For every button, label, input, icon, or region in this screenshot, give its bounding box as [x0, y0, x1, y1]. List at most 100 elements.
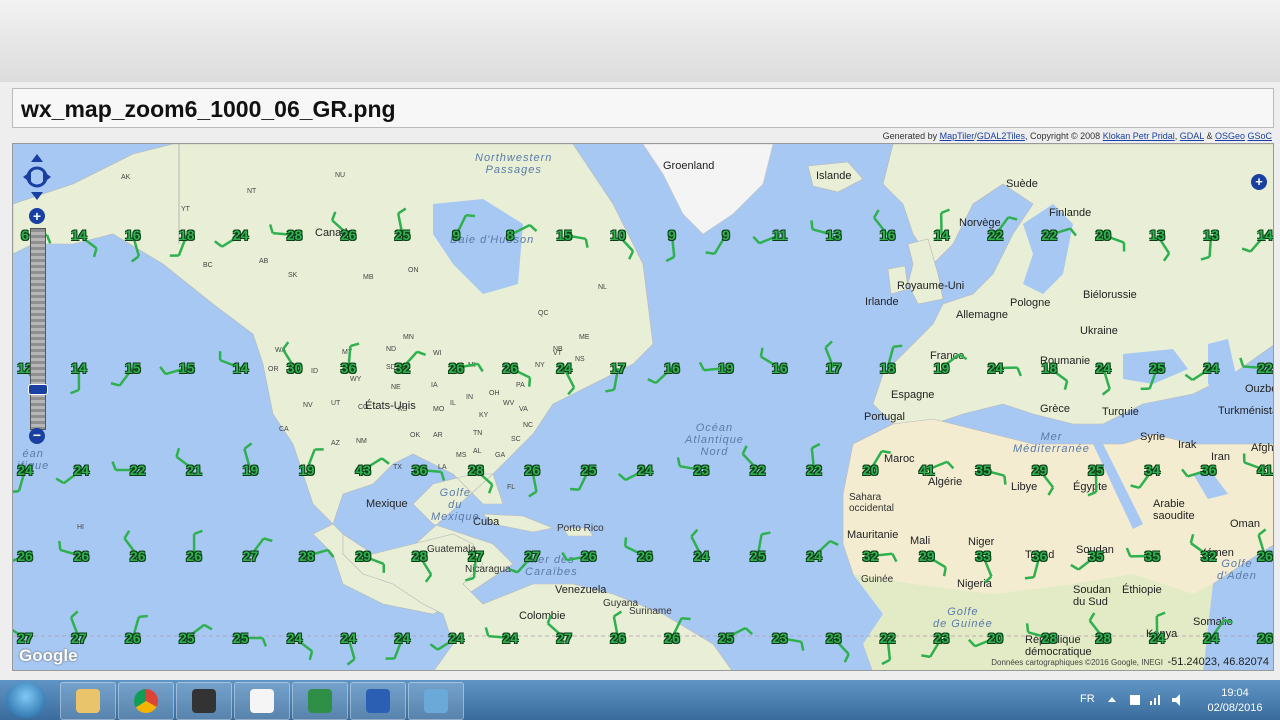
wind-speed-label: 26	[637, 548, 653, 564]
pan-control[interactable]	[21, 152, 53, 202]
wind-barb-flag	[1087, 490, 1097, 497]
wind-barb-flag	[214, 240, 223, 248]
wind-barb-flag	[628, 250, 635, 260]
wind-speed-label: 16	[879, 227, 896, 243]
taskbar-button-image-viewer[interactable]	[408, 682, 464, 720]
osgeo-link[interactable]: OSGeo	[1215, 131, 1245, 141]
wind-barb-flag	[326, 549, 335, 558]
wind-barb-flag	[942, 567, 947, 577]
wind-speed-label: 27	[556, 630, 572, 646]
wind-barb-flag	[1200, 255, 1210, 261]
tray-icons[interactable]	[1104, 692, 1184, 708]
wind-barb-flag	[55, 477, 65, 485]
zoom-out-button[interactable]: −	[29, 428, 45, 444]
wind-speed-label: 24	[556, 360, 572, 376]
wind-speed-label: 25	[232, 630, 249, 646]
wind-speed-label: 25	[394, 227, 411, 243]
wind-barb-flag	[92, 247, 98, 258]
wind-barb-flag	[397, 207, 407, 215]
taskbar-button-excel[interactable]	[292, 682, 348, 720]
wind-speed-label: 27	[524, 548, 541, 564]
wind-speed-label: 19	[242, 462, 259, 478]
wind-barb-flag	[1063, 380, 1069, 390]
map-data-attribution[interactable]: Données cartographiques ©2016 Google, IN…	[991, 658, 1163, 667]
language-indicator[interactable]: FR	[1080, 693, 1095, 705]
wind-speed-label: 25	[1088, 462, 1104, 478]
wind-barb-flag	[268, 224, 274, 234]
google-logo[interactable]: Google	[19, 646, 78, 666]
wind-barb-flag	[308, 650, 314, 661]
wind-speed-label: 26	[340, 227, 357, 243]
wind-speed-label: 22	[987, 227, 1004, 243]
wind-barb-flag	[681, 616, 691, 621]
wind-speed-label: 25	[1149, 360, 1165, 376]
wind-barb-flag	[281, 341, 290, 351]
wind-speed-label: 32	[394, 360, 411, 376]
wind-speed-label: 29	[355, 548, 371, 564]
wind-barb-flag	[1125, 547, 1132, 557]
wind-speed-label: 19	[299, 462, 315, 478]
wind-speed-label: 27	[468, 548, 484, 564]
wind-speed-label: 23	[693, 462, 710, 478]
wind-speed-label: 20	[862, 462, 879, 478]
wind-barb-flag	[203, 623, 213, 631]
wind-barb-flag	[567, 386, 576, 396]
wind-speed-label: 24	[693, 548, 710, 564]
wind-speed-label: 23	[825, 630, 842, 646]
map-viewport[interactable]: Groenland Islande Suède Finlande Norvège Roya…	[12, 143, 1274, 671]
taskbar-button-word[interactable]	[350, 682, 406, 720]
wind-speed-label: 24	[502, 630, 518, 646]
wind-speed-label: 24	[1149, 630, 1165, 646]
wind-barb-flag	[967, 638, 976, 648]
wind-speed-label: 43	[355, 462, 371, 478]
maptiler-link[interactable]: MapTiler	[940, 131, 975, 141]
wind-speed-label: 29	[919, 548, 935, 564]
start-button[interactable]	[6, 682, 46, 718]
zoom-slider-track[interactable]	[30, 228, 46, 430]
wind-barb-flag	[881, 658, 891, 666]
wind-speed-label: 27	[242, 548, 259, 564]
wind-barb-flag	[623, 537, 628, 547]
browser-top-area	[0, 0, 1280, 82]
system-clock[interactable]: 19:04 02/08/2016	[1196, 686, 1274, 716]
wind-speed-label: 9	[452, 227, 461, 243]
wind-speed-label: 26	[1257, 548, 1273, 564]
wind-speed-label: 14	[71, 227, 87, 243]
wind-barb-flag	[872, 209, 880, 219]
wind-barb-flag	[584, 238, 589, 248]
wind-barb-flag	[528, 224, 538, 232]
wind-speed-label: 13	[825, 227, 842, 243]
wind-speed-label: 26	[664, 630, 680, 646]
wind-speed-label: 28	[411, 548, 428, 564]
wind-barb-flag	[424, 573, 433, 583]
wind-barb-flag	[761, 531, 771, 536]
clock-time: 19:04	[1221, 687, 1249, 699]
wind-barb-flag	[690, 528, 699, 538]
taskbar-button-chrome[interactable]	[118, 682, 174, 720]
wind-barb-flag	[350, 342, 360, 348]
wind-barb-flag	[263, 537, 273, 543]
gdal2tiles-link[interactable]: GDAL2Tiles	[977, 131, 1025, 141]
wind-barb-flag	[744, 627, 754, 635]
layer-switcher-button[interactable]: +	[1251, 174, 1267, 190]
chrome-icon	[134, 689, 158, 713]
wind-barb-flag	[381, 457, 390, 465]
taskbar-button-terminal[interactable]	[176, 682, 232, 720]
wind-speed-label: 27	[71, 630, 87, 646]
zoom-slider-handle[interactable]	[28, 384, 48, 395]
wind-barb-flag	[824, 340, 833, 349]
wind-speed-label: 35	[1144, 548, 1161, 564]
clock-date: 02/08/2016	[1207, 702, 1263, 714]
wind-speed-label: 35	[1088, 548, 1104, 564]
zoom-in-button[interactable]: +	[29, 208, 45, 224]
wind-speed-label: 15	[125, 360, 141, 376]
gsoc-link[interactable]: GSoC	[1247, 131, 1272, 141]
tray-expand-icon	[1108, 697, 1116, 702]
wind-speed-label: 24	[17, 462, 33, 478]
taskbar-button-paint[interactable]	[234, 682, 290, 720]
gdal-link[interactable]: GDAL	[1180, 131, 1204, 141]
taskbar-button-explorer[interactable]	[60, 682, 116, 720]
wind-barb-flag	[1008, 215, 1018, 221]
wind-barb-flag	[346, 658, 356, 666]
author-link[interactable]: Klokan Petr Pridal	[1103, 131, 1175, 141]
